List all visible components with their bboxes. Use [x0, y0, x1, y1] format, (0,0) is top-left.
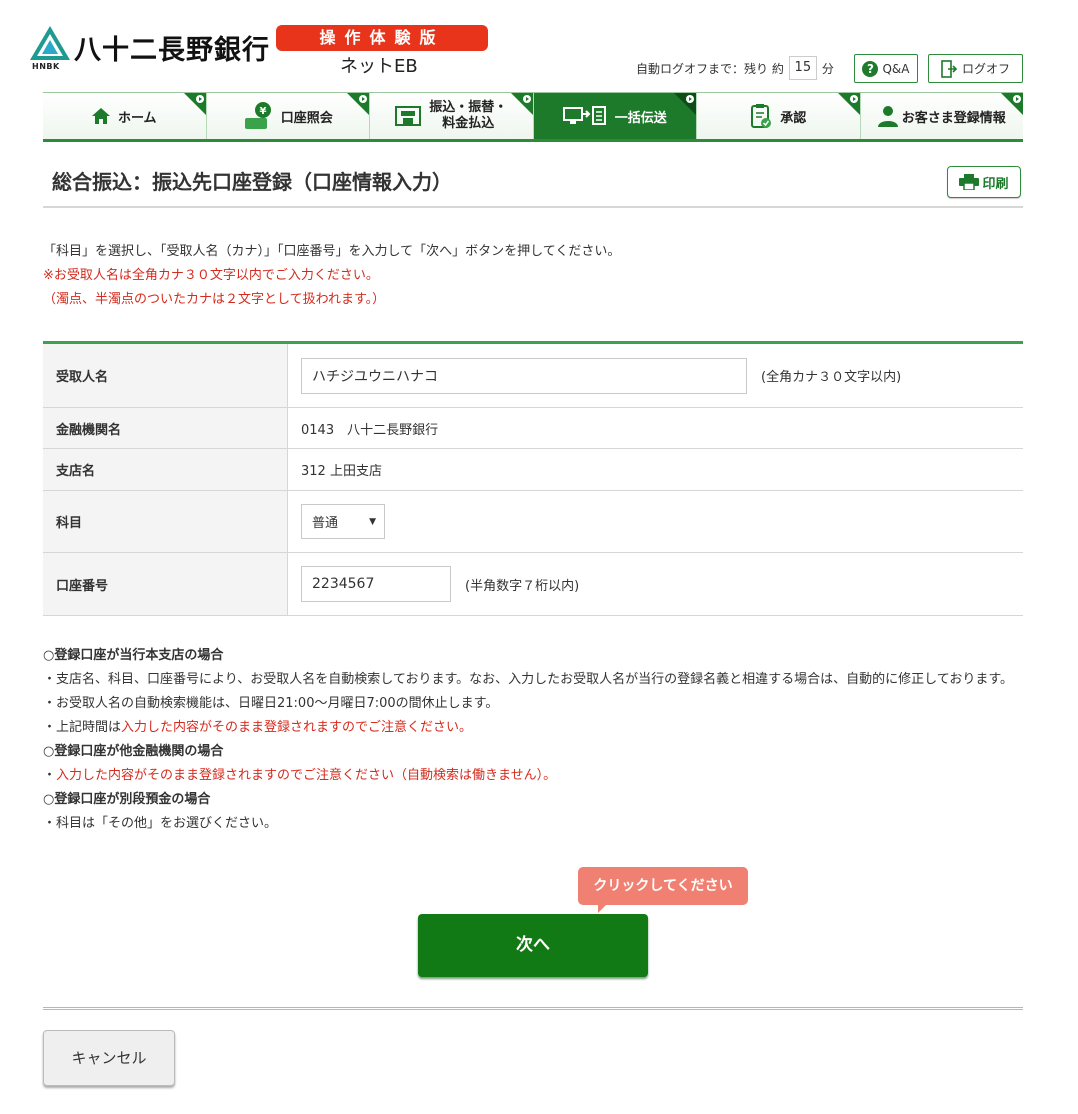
account-number-input[interactable] — [301, 566, 451, 602]
nav-transfer-line2: 料金払込 — [442, 116, 495, 131]
account-number-label: 口座番号 — [43, 553, 288, 615]
autologoff-timer: 自動ログオフまで：残り 約 15 分 — [636, 56, 834, 80]
click-tooltip: クリックしてください — [578, 867, 748, 913]
nav-home[interactable]: ホーム — [43, 93, 207, 139]
printer-icon — [959, 174, 980, 190]
chevron-right-icon — [195, 95, 204, 103]
account-number-cell: (半角数字７桁以内) — [288, 553, 1023, 615]
note-item: ・上記時間は入力した内容がそのまま登録されますのでご注意ください。 — [43, 716, 1023, 740]
note-warning: 入力した内容がそのまま登録されますのでご注意ください（自動検索は働きません）。 — [56, 768, 557, 783]
nav-customer-info[interactable]: お客さま登録情報 — [860, 93, 1023, 139]
print-label: 印刷 — [982, 176, 1009, 192]
header: HNBK 八十二長野銀行 操作体験版 ネットEB 自動ログオフまで：残り 約 1… — [0, 0, 1078, 92]
nav-bulk-label: 一括伝送 — [614, 110, 667, 126]
autologoff-minutes: 15 — [788, 56, 817, 80]
home-icon — [91, 108, 110, 124]
payee-cell: (全角カナ３０文字以内) — [288, 344, 1023, 407]
logoff-label: ログオフ — [961, 62, 1010, 76]
chevron-right-icon — [686, 95, 694, 103]
qa-button[interactable]: ? Q&A — [854, 54, 918, 83]
print-button[interactable]: 印刷 — [947, 166, 1021, 198]
payee-hint: (全角カナ３０文字以内) — [761, 370, 902, 385]
note-item: ・支店名、科目、口座番号により、お受取人名を自動検索しております。なお、入力した… — [43, 672, 1014, 687]
payee-label: 受取人名 — [43, 344, 288, 407]
note-item: ・お受取人名の自動検索機能は、日曜日21:00～月曜日7:00の間休止します。 — [43, 696, 499, 711]
subject-select[interactable]: 普通 ▼ — [301, 504, 385, 539]
bottom-divider — [43, 1007, 1023, 1010]
nav-account-inquiry[interactable]: ¥ 口座照会 — [206, 93, 370, 139]
bank-label: 金融機関名 — [43, 408, 288, 448]
note-text: ・上記時間は — [43, 720, 122, 735]
subject-cell: 普通 ▼ — [288, 491, 1023, 552]
user-icon — [877, 105, 898, 127]
instruction-note-2: （濁点、半濁点のついたカナは２文字として扱われます。） — [43, 292, 386, 307]
note-warning: 入力した内容がそのまま登録されますのでご注意ください。 — [121, 720, 473, 735]
note-item: ・入力した内容がそのまま登録されますのでご注意ください（自動検索は働きません）。 — [43, 764, 1023, 788]
svg-text:¥: ¥ — [259, 106, 266, 117]
logoff-icon — [941, 59, 957, 78]
bank-logo-icon: HNBK — [30, 26, 70, 71]
question-icon: ? — [862, 60, 879, 77]
instruction-note-1: ※お受取人名は全角カナ３０文字以内でご入力ください。 — [43, 268, 379, 283]
chevron-right-icon — [522, 95, 531, 103]
form-row-payee: 受取人名 (全角カナ３０文字以内) — [43, 344, 1023, 408]
autologoff-label: 自動ログオフまで：残り 約 — [636, 61, 784, 76]
atm-icon — [395, 105, 422, 127]
logoff-button[interactable]: ログオフ — [928, 54, 1023, 83]
instruction-main: 「科目」を選択し、「受取人名（カナ）」「口座番号」を入力して「次へ」ボタンを押し… — [43, 244, 621, 259]
bank-logo[interactable]: HNBK 八十二長野銀行 — [30, 26, 270, 71]
instructions: 「科目」を選択し、「受取人名（カナ）」「口座番号」を入力して「次へ」ボタンを押し… — [43, 240, 620, 312]
note-heading-special-deposit: ○登録口座が別段預金の場合 — [43, 792, 211, 807]
form-row-account: 口座番号 (半角数字７桁以内) — [43, 553, 1023, 616]
account-form: 受取人名 (全角カナ３０文字以内) 金融機関名 0143 八十二長野銀行 支店名… — [43, 341, 1023, 616]
form-row-bank: 金融機関名 0143 八十二長野銀行 — [43, 408, 1023, 449]
bank-value: 0143 八十二長野銀行 — [301, 422, 439, 438]
branch-value: 312 上田支店 — [301, 464, 382, 479]
title-divider — [43, 206, 1023, 208]
note-text: ・ — [43, 768, 57, 783]
chevron-right-icon — [849, 95, 858, 103]
note-heading-other-bank: ○登録口座が他金融機関の場合 — [43, 744, 224, 759]
nav-approve[interactable]: 承認 — [697, 93, 861, 139]
nav-transfer-line1: 振込・振替・ — [429, 100, 508, 115]
form-row-branch: 支店名 312 上田支店 — [43, 449, 1023, 491]
note-item: ・科目は「その他」をお選びください。 — [43, 816, 278, 831]
bulk-transfer-icon — [562, 106, 607, 126]
trial-badge: 操作体験版 — [276, 25, 488, 51]
subject-label: 科目 — [43, 491, 288, 552]
branch-label: 支店名 — [43, 449, 288, 490]
main-nav: ホーム ¥ 口座照会 振込・振替・ 料金払込 一括伝送 承認 お客さま登録情報 — [43, 92, 1023, 142]
nav-account-label: 口座照会 — [280, 110, 333, 126]
logo-hnbk-text: HNBK — [32, 62, 60, 71]
nav-approve-label: 承認 — [780, 110, 807, 126]
payee-name-input[interactable] — [301, 357, 747, 394]
nav-home-label: ホーム — [117, 110, 157, 126]
product-name: ネットEB — [340, 56, 418, 77]
bank-name: 八十二長野銀行 — [74, 35, 270, 66]
next-button[interactable]: 次へ — [418, 914, 648, 977]
caret-down-icon: ▼ — [369, 516, 376, 527]
cancel-button[interactable]: キャンセル — [43, 1030, 175, 1086]
clipboard-check-icon — [750, 103, 772, 129]
subject-selected-value: 普通 — [312, 516, 339, 531]
chevron-right-icon — [359, 95, 367, 103]
notes: ○登録口座が当行本支店の場合 ・支店名、科目、口座番号により、お受取人名を自動検… — [43, 644, 1023, 836]
yen-wallet-icon: ¥ — [243, 102, 273, 130]
note-heading-own-bank: ○登録口座が当行本支店の場合 — [43, 648, 224, 663]
chevron-right-icon — [1013, 95, 1021, 103]
qa-label: Q&A — [882, 61, 910, 76]
autologoff-unit: 分 — [821, 61, 834, 76]
form-row-subject: 科目 普通 ▼ — [43, 491, 1023, 553]
nav-transfer[interactable]: 振込・振替・ 料金払込 — [370, 93, 534, 139]
nav-customer-label: お客さま登録情報 — [901, 110, 1006, 126]
page-title: 総合振込：振込先口座登録（口座情報入力） — [52, 170, 452, 194]
nav-bulk-transmission[interactable]: 一括伝送 — [533, 93, 697, 139]
account-number-hint: (半角数字７桁以内) — [465, 578, 580, 594]
nav-transfer-label: 振込・振替・ 料金払込 — [429, 100, 507, 132]
